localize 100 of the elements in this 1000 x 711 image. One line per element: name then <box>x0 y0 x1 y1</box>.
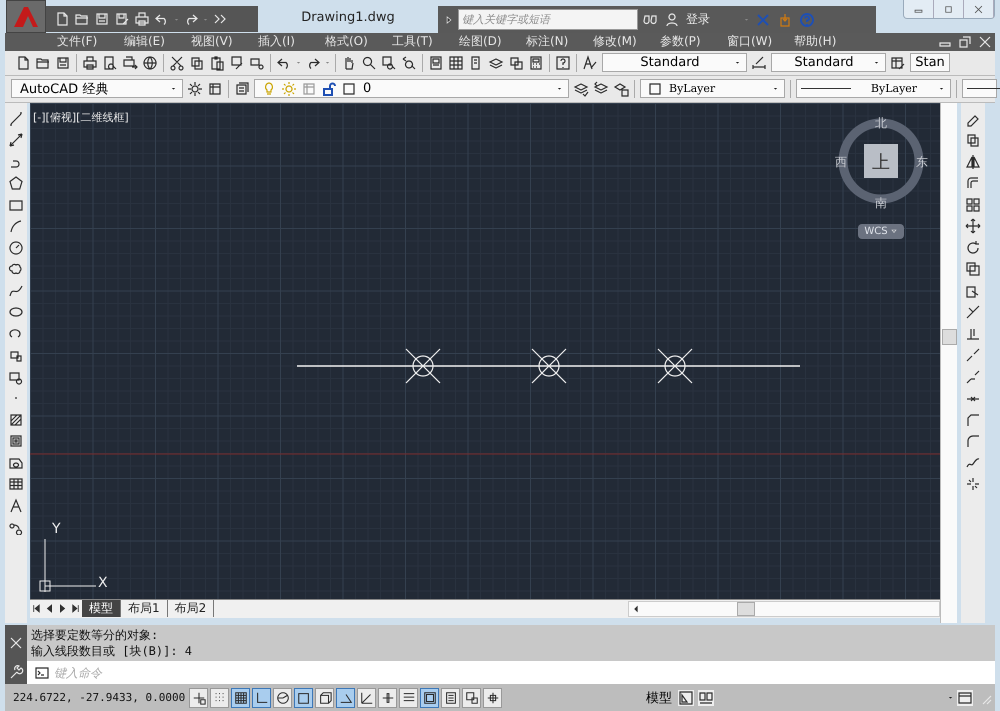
restore-icon[interactable] <box>957 34 973 50</box>
gear-icon[interactable] <box>187 80 203 97</box>
menu-item[interactable]: 格式(O) <box>325 33 392 50</box>
table-style-dropdown[interactable]: Stan <box>910 53 950 72</box>
wcs-menu-button[interactable]: WCS <box>858 224 904 239</box>
double-arrow-line-icon[interactable] <box>8 132 24 148</box>
menu-item[interactable]: 参数(P) <box>660 33 727 50</box>
linetype-dropdown[interactable]: ByLayer <box>796 79 951 98</box>
dimension-pen-icon[interactable] <box>751 54 767 71</box>
table-icon[interactable] <box>8 476 24 492</box>
copy-icon[interactable] <box>965 132 981 148</box>
workspace-dropdown[interactable]: AutoCAD 经典 <box>11 79 183 98</box>
compass-west-label[interactable]: 西 <box>835 154 847 169</box>
lwt-toggle[interactable] <box>399 688 418 708</box>
break-point-icon[interactable] <box>965 347 981 364</box>
menu-item[interactable]: 修改(M) <box>593 33 660 50</box>
nav-first-icon[interactable] <box>31 603 42 614</box>
color-dropdown[interactable]: ByLayer <box>640 79 785 98</box>
table-pen-icon[interactable] <box>890 54 906 71</box>
nav-last-icon[interactable] <box>70 603 81 614</box>
dyn-toggle[interactable] <box>378 688 398 708</box>
search-field[interactable]: 键入关键字或短语 <box>458 9 638 30</box>
infer-toggle[interactable] <box>189 688 208 708</box>
nav-next-icon[interactable] <box>57 603 68 614</box>
printer-icon[interactable] <box>82 54 98 71</box>
rotate-icon[interactable] <box>965 240 981 256</box>
ducs-toggle[interactable] <box>357 688 376 708</box>
text-style-dropdown[interactable]: Standard <box>602 53 747 72</box>
pentagon-icon[interactable] <box>8 175 24 192</box>
menu-item[interactable]: 绘图(D) <box>459 33 526 50</box>
person-icon[interactable] <box>664 12 680 28</box>
sign-in-link[interactable]: 登录 <box>686 11 710 28</box>
quickprops-toggle[interactable] <box>441 688 460 708</box>
globe-icon[interactable] <box>142 54 158 71</box>
vertical-scrollbar[interactable] <box>940 102 957 624</box>
printer-arrow-icon[interactable] <box>122 54 138 71</box>
print-preview-icon[interactable] <box>102 54 118 71</box>
scale-icon[interactable] <box>965 261 981 278</box>
move-cross-icon[interactable] <box>965 218 981 234</box>
menu-item[interactable]: 工具(T) <box>392 33 459 50</box>
selcycle-toggle[interactable] <box>462 688 482 708</box>
two-panes-icon[interactable] <box>698 690 714 706</box>
polar-toggle[interactable] <box>273 688 292 708</box>
transparency-toggle[interactable] <box>420 688 440 708</box>
menu-item[interactable]: 窗口(W) <box>727 33 794 50</box>
clipboard-icon[interactable] <box>209 54 225 71</box>
sheets-icon[interactable] <box>508 54 524 71</box>
line-icon[interactable] <box>8 110 24 127</box>
explode-icon[interactable] <box>965 476 981 492</box>
ortho-toggle[interactable] <box>252 688 272 708</box>
otrack-toggle[interactable] <box>336 688 356 708</box>
compass-north-label[interactable]: 北 <box>875 116 887 130</box>
nav-prev-icon[interactable] <box>44 603 55 614</box>
layers-window-icon[interactable] <box>613 80 629 97</box>
grid-toggle[interactable] <box>231 688 250 708</box>
osnap-toggle[interactable] <box>294 688 314 708</box>
annomon-toggle[interactable] <box>483 688 502 708</box>
horizontal-scrollbar[interactable] <box>628 600 940 617</box>
letter-a-icon[interactable] <box>8 498 24 514</box>
hatch-icon[interactable] <box>8 412 24 428</box>
trim-icon[interactable] <box>965 304 981 320</box>
close-icon[interactable] <box>977 34 993 50</box>
calculator-icon[interactable] <box>528 54 544 71</box>
magnifier-icon[interactable] <box>361 54 377 71</box>
layout-tab[interactable]: 布局2 <box>168 600 214 618</box>
snap-toggle[interactable] <box>210 688 230 708</box>
viewport-label[interactable]: [-][俯视][二维线框] <box>33 110 129 125</box>
scrollbar-thumb[interactable] <box>942 328 957 345</box>
arc-icon[interactable] <box>8 218 24 234</box>
menu-item[interactable]: 帮助(H) <box>794 33 861 50</box>
model-space-button[interactable]: 模型 <box>646 688 672 707</box>
gradient-hatch-icon[interactable] <box>8 433 24 450</box>
menu-item[interactable]: 视图(V) <box>191 33 258 50</box>
layout-sheet-icon[interactable] <box>678 690 694 706</box>
letter-pen-icon[interactable] <box>582 54 598 71</box>
fillet-icon[interactable] <box>965 433 981 450</box>
menu-item[interactable]: 编辑(E) <box>124 33 191 50</box>
scrollbar-thumb[interactable] <box>737 602 755 616</box>
copy-icon[interactable] <box>189 54 205 71</box>
compass-south-label[interactable]: 南 <box>875 196 887 210</box>
chamfer-icon[interactable] <box>965 412 981 428</box>
window-grid-icon[interactable] <box>207 80 223 97</box>
expand-triangle-icon[interactable] <box>444 14 454 24</box>
grid-panel-icon[interactable] <box>448 54 464 71</box>
mirror-icon[interactable] <box>965 154 981 170</box>
scissors-icon[interactable] <box>169 54 185 71</box>
layout-tab[interactable]: 模型 <box>82 600 121 618</box>
menu-item[interactable]: 标注(N) <box>526 33 593 50</box>
floppy-disk-pencil-icon[interactable] <box>114 11 130 27</box>
menu-item[interactable]: 文件(F) <box>57 33 124 50</box>
lineweight-dropdown[interactable] <box>962 79 997 98</box>
magnifier-arrow-icon[interactable] <box>401 54 417 71</box>
break-icon[interactable] <box>965 368 981 385</box>
osnap3d-toggle[interactable] <box>315 688 334 708</box>
layer-dropdown[interactable]: 0 <box>254 79 569 98</box>
window-icon[interactable] <box>957 690 973 706</box>
layout-tab[interactable]: 布局1 <box>121 600 168 618</box>
compass-east-label[interactable]: 东 <box>916 154 928 169</box>
wrench-icon[interactable] <box>8 664 24 681</box>
layer-sheet-icon[interactable] <box>234 80 250 97</box>
